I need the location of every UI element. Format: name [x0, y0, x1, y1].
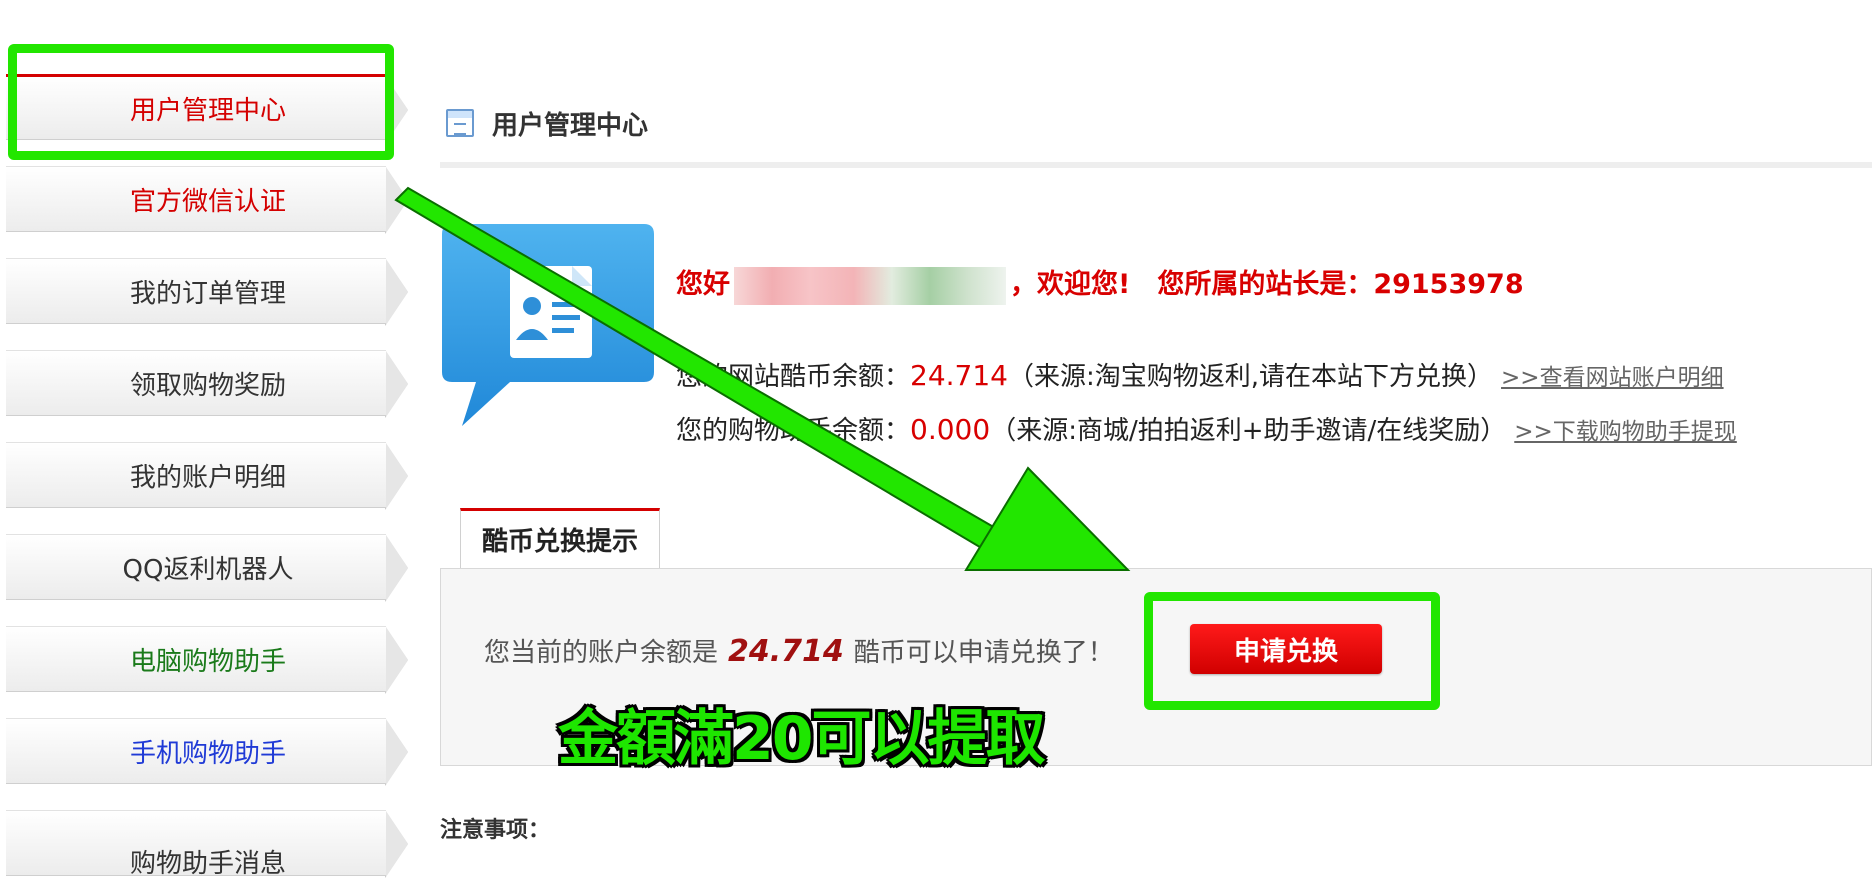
tab-exchange-tips[interactable]: 酷币兑换提示 [460, 508, 660, 568]
sidebar-item-label: 我的订单管理 [129, 278, 286, 309]
download-assistant-link[interactable]: >>下载购物助手提现 [1514, 419, 1737, 445]
document-icon [446, 109, 474, 137]
sidebar-item-assistant-messages[interactable]: 购物助手消息 [6, 810, 408, 879]
page-title: 用户管理中心 [492, 110, 649, 141]
sidebar-item-pc-assistant[interactable]: 电脑购物助手 [6, 626, 408, 694]
assistant-balance-label: 您的购物助手余额： [676, 416, 911, 446]
sidebar-item-label: QQ返利机器人 [122, 554, 294, 585]
sidebar-item-label: 电脑购物助手 [129, 646, 286, 677]
sidebar-item-label: 购物助手消息 [129, 848, 286, 879]
exchange-amount: 24.714 [728, 634, 844, 669]
chevron-right-icon [385, 166, 408, 234]
exchange-text-suffix: 酷币可以申请兑换了！ [853, 638, 1114, 668]
site-balance-label: 您的网站酷币余额： [676, 362, 911, 392]
sidebar-item-label: 我的账户明细 [129, 462, 286, 493]
sidebar-item-qq-robot[interactable]: QQ返利机器人 [6, 534, 408, 602]
blurred-username [734, 266, 1006, 305]
page-header: 用户管理中心 [446, 98, 648, 148]
annotation-caption: 金額滿20可以提取 [558, 704, 1045, 774]
chevron-right-icon [385, 626, 408, 694]
chevron-right-icon [385, 810, 408, 878]
exchange-text-prefix: 您当前的账户余额是 [484, 638, 719, 668]
site-balance-row: 您的网站酷币余额：24.714（来源:淘宝购物返利,请在本站下方兑换） >>查看网… [676, 356, 1724, 393]
header-divider [440, 162, 1872, 168]
assistant-balance-row: 您的购物助手余额：0.000（来源:商城/拍拍返利+助手邀请/在线奖励） >>下载… [676, 410, 1737, 447]
chevron-right-icon [385, 718, 408, 786]
chevron-right-icon [385, 534, 408, 602]
greeting: 您好 ，欢迎您! 您所属的站长是：29153978 [676, 262, 1524, 305]
site-balance-value: 24.714 [910, 359, 1008, 392]
sidebar-item-mobile-assistant[interactable]: 手机购物助手 [6, 718, 408, 786]
user-card-icon [442, 224, 654, 426]
greeting-prefix: 您好 [676, 269, 730, 300]
assistant-balance-source: （来源:商城/拍拍返利+助手邀请/在线奖励） [990, 416, 1507, 446]
greeting-suffix: ，欢迎您! 您所属的站长是：29153978 [1010, 269, 1524, 300]
chevron-right-icon [385, 350, 408, 418]
sidebar-item-label: 手机购物助手 [129, 738, 286, 769]
notice-heading: 注意事项： [440, 818, 551, 843]
sidebar-item-orders[interactable]: 我的订单管理 [6, 258, 408, 326]
assistant-balance-value: 0.000 [910, 413, 991, 446]
sidebar-item-label: 官方微信认证 [129, 186, 286, 217]
exchange-balance-text: 您当前的账户余额是 24.714 酷币可以申请兑换了！ [484, 632, 1114, 669]
sidebar-item-label: 领取购物奖励 [129, 370, 286, 401]
chevron-right-icon [385, 258, 408, 326]
sidebar-nav: 用户管理中心 官方微信认证 我的订单管理 领取购物奖励 我的账户明细 QQ返利机… [0, 0, 420, 879]
view-account-detail-link[interactable]: >>查看网站账户明细 [1501, 365, 1724, 391]
sidebar-item-rewards[interactable]: 领取购物奖励 [6, 350, 408, 418]
annotation-highlight-box [8, 44, 394, 160]
site-balance-source: （来源:淘宝购物返利,请在本站下方兑换） [1008, 362, 1494, 392]
sidebar-item-wechat-verify[interactable]: 官方微信认证 [6, 166, 408, 234]
chevron-right-icon [385, 442, 408, 510]
annotation-highlight-box [1144, 592, 1440, 710]
sidebar-item-account-detail[interactable]: 我的账户明细 [6, 442, 408, 510]
